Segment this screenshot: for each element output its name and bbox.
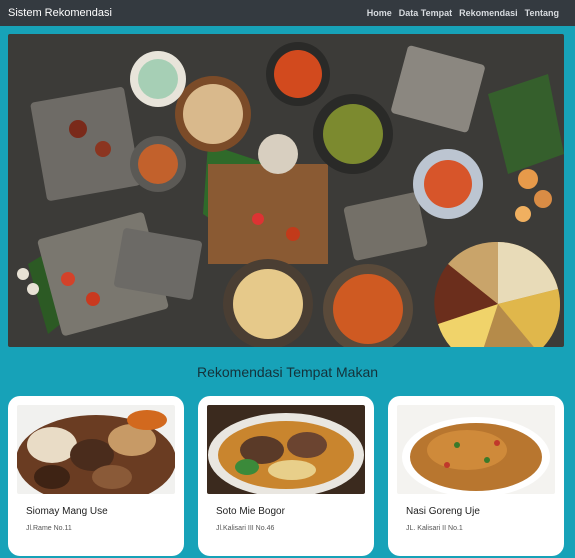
nav-link-rekomendasi[interactable]: Rekomendasi (459, 8, 518, 18)
restaurant-photo (207, 405, 365, 494)
restaurant-name: Siomay Mang Use (26, 506, 108, 517)
restaurant-card[interactable]: Nasi Goreng Uje JL. Kalisari II No.1 (388, 396, 564, 556)
restaurant-address: JL. Kalisari II No.1 (406, 525, 463, 532)
nav-links: Home Data Tempat Rekomendasi Tentang (367, 8, 567, 18)
restaurant-card[interactable]: Siomay Mang Use Jl.Rame No.11 (8, 396, 184, 556)
restaurant-name: Nasi Goreng Uje (406, 506, 480, 517)
restaurant-address: Jl.Kalisari III No.46 (216, 525, 275, 532)
restaurant-card[interactable]: Soto Mie Bogor Jl.Kalisari III No.46 (198, 396, 374, 556)
restaurant-name: Soto Mie Bogor (216, 506, 285, 517)
navbar-brand[interactable]: Sistem Rekomendasi (8, 7, 112, 19)
restaurant-photo (397, 405, 555, 494)
hero-image (8, 34, 564, 347)
nav-link-data-tempat[interactable]: Data Tempat (399, 8, 452, 18)
section-title: Rekomendasi Tempat Makan (196, 364, 379, 380)
nav-link-home[interactable]: Home (367, 8, 392, 18)
restaurant-address: Jl.Rame No.11 (26, 525, 72, 532)
restaurant-photo (17, 405, 175, 494)
nav-link-tentang[interactable]: Tentang (525, 8, 559, 18)
navbar: Sistem Rekomendasi Home Data Tempat Reko… (0, 0, 575, 26)
